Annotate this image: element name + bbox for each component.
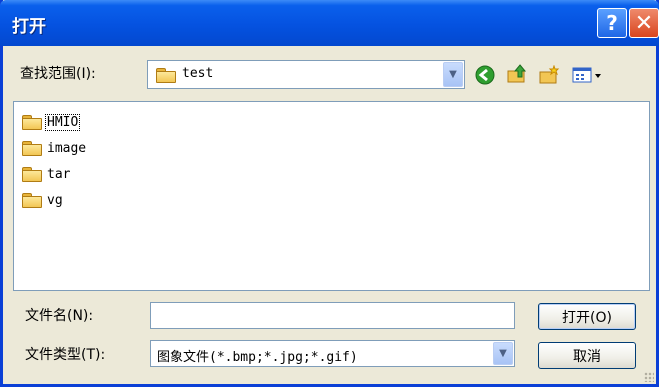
file-name-label: 文件名(N): (25, 308, 94, 324)
list-item-label: vg (47, 192, 63, 208)
help-button[interactable]: ? (597, 8, 627, 38)
look-in-label: 查找范围(I): (20, 66, 96, 82)
cancel-button[interactable]: 取消 (538, 342, 636, 369)
folder-icon (22, 141, 42, 156)
list-item[interactable]: image (22, 138, 87, 158)
folder-icon (22, 193, 42, 208)
look-in-value: test (182, 66, 214, 81)
look-in-combo[interactable]: test ▼ (147, 60, 465, 89)
view-menu-icon[interactable] (571, 63, 605, 87)
file-name-field[interactable] (150, 302, 515, 329)
new-folder-icon[interactable] (537, 63, 561, 87)
close-button[interactable]: ✕ (629, 8, 659, 38)
file-type-value: 图象文件(*.bmp;*.jpg;*.gif) (157, 350, 358, 365)
list-item-label: tar (47, 166, 71, 182)
back-icon[interactable] (473, 63, 497, 87)
folder-icon (22, 115, 42, 130)
folder-icon (156, 68, 176, 83)
list-item[interactable]: tar (22, 164, 71, 184)
up-folder-icon[interactable] (505, 62, 529, 86)
open-file-dialog: 打开 ? ✕ 查找范围(I): test ▼ HMIO image tar vg… (0, 0, 659, 387)
window-title: 打开 (12, 17, 46, 37)
file-list[interactable]: HMIO image tar vg (13, 101, 650, 291)
list-item[interactable]: vg (22, 190, 64, 210)
resize-grip[interactable] (644, 372, 654, 382)
chevron-down-icon[interactable]: ▼ (493, 342, 513, 365)
chevron-down-icon[interactable]: ▼ (443, 62, 463, 87)
list-item-label: HMIO (44, 113, 81, 131)
open-button[interactable]: 打开(O) (538, 303, 636, 330)
file-type-combo[interactable]: 图象文件(*.bmp;*.jpg;*.gif) ▼ (150, 340, 515, 367)
folder-icon (22, 167, 42, 182)
list-item-label: image (47, 140, 87, 156)
file-type-label: 文件类型(T): (25, 347, 106, 363)
list-item[interactable]: HMIO (22, 112, 81, 132)
title-bar[interactable]: 打开 ? ✕ (0, 0, 659, 46)
